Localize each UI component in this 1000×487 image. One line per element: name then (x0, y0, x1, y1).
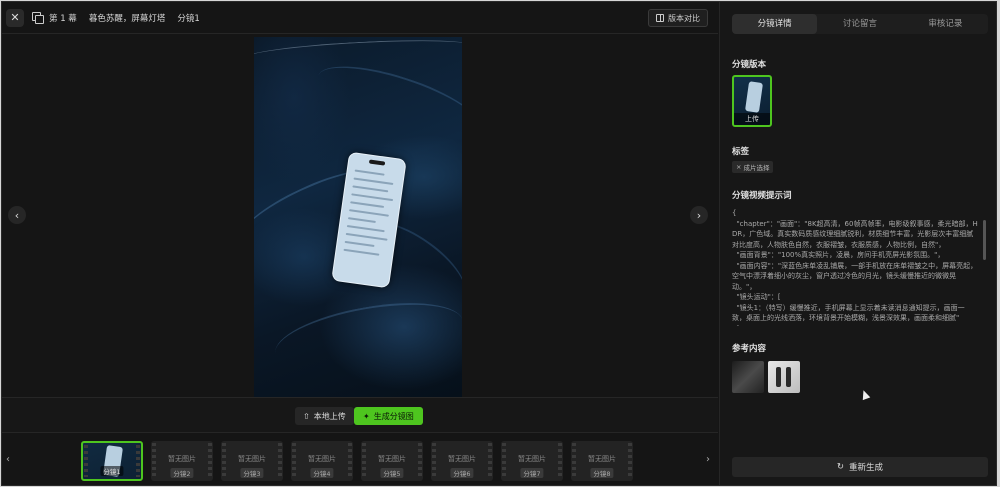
no-image-label: 暂无图片 (448, 455, 476, 463)
reference-section-title: 参考内容 (732, 344, 767, 354)
filmstrip-tag: 分镜8 (590, 468, 614, 478)
filmstrip-item-4[interactable]: 暂无图片 分镜4 (291, 441, 353, 481)
tag-chip[interactable]: × 成片选择 (732, 161, 774, 173)
top-bar: ✕ 第 1 幕 暮色苏醒，屏幕灯塔 分镜1 版本对比 (2, 2, 718, 34)
filmstrip-tag: 分镜5 (380, 468, 404, 478)
shot-index: 分镜1 (177, 13, 200, 24)
prompt-section-title: 分镜视频提示词 (732, 191, 792, 201)
no-image-label: 暂无图片 (168, 455, 196, 463)
filmstrip-item-7[interactable]: 暂无图片 分镜7 (501, 441, 563, 481)
filmstrip-tag: 分镜6 (450, 468, 474, 478)
prev-shot-button[interactable]: ‹ (8, 206, 26, 224)
no-image-label: 暂无图片 (378, 455, 406, 463)
close-button[interactable]: ✕ (6, 8, 24, 27)
filmstrip-right-arrow[interactable]: › (706, 454, 710, 465)
tags-section-title: 标签 (732, 147, 750, 157)
filmstrip-tag: 分镜2 (170, 468, 194, 478)
local-upload-label: 本地上传 (313, 411, 346, 421)
scene-title: 暮色苏醒，屏幕灯塔 (88, 13, 166, 24)
chevron-right-icon: › (696, 208, 702, 222)
reference-image-2[interactable] (768, 361, 800, 393)
close-icon: ✕ (10, 11, 20, 24)
version-section-title: 分镜版本 (732, 60, 767, 70)
no-image-label: 暂无图片 (518, 455, 546, 463)
filmstrip-item-3[interactable]: 暂无图片 分镜3 (221, 441, 283, 481)
no-image-label: 暂无图片 (588, 455, 616, 463)
sparkle-icon: ✦ (363, 411, 370, 421)
generate-storyboard-button[interactable]: ✦ 生成分镜图 (354, 407, 423, 425)
filmstrip-left-arrow[interactable]: ‹ (6, 454, 10, 465)
tab-shot-details[interactable]: 分镜详情 (732, 14, 818, 34)
filmstrip-item-6[interactable]: 暂无图片 分镜6 (431, 441, 493, 481)
no-image-label: 暂无图片 (308, 455, 336, 463)
action-bar: ⇧ 本地上传 ✦ 生成分镜图 (2, 397, 718, 433)
copy-icon[interactable] (32, 11, 44, 24)
filmstrip-tag: 分镜7 (520, 468, 544, 478)
tab-discussion[interactable]: 讨论留言 (817, 14, 902, 34)
prompt-text: { "chapter"："画面"："8K超高清，60帧高帧率，电影级叙事感，柔光… (732, 209, 978, 326)
preview-area: ‹ › (2, 35, 718, 397)
panel-tabs: 分镜详情 讨论留言 审核记录 (732, 14, 988, 34)
regenerate-button[interactable]: ↻ 重新生成 (732, 457, 988, 477)
reference-image-1[interactable] (732, 361, 764, 393)
version-compare-button[interactable]: 版本对比 (648, 9, 708, 27)
chevron-left-icon: ‹ (14, 208, 20, 222)
filmstrip-tag: 分镜4 (310, 468, 334, 478)
filmstrip-item-1[interactable]: 分镜1 (81, 441, 143, 481)
refresh-icon: ↻ (836, 462, 845, 472)
shot-label: 第 1 幕 (49, 13, 77, 24)
prompt-scrollbar[interactable] (983, 220, 986, 260)
next-shot-button[interactable]: › (690, 206, 708, 224)
details-panel: 分镜详情 讨论留言 审核记录 分镜版本 上传 标签 × 成片选择 分镜视频提示词… (719, 2, 996, 485)
local-upload-button[interactable]: ⇧ 本地上传 (295, 407, 354, 425)
regenerate-label: 重新生成 (849, 463, 884, 473)
version-thumbnail[interactable]: 上传 (732, 75, 772, 127)
filmstrip-item-2[interactable]: 暂无图片 分镜2 (151, 441, 213, 481)
filmstrip-item-5[interactable]: 暂无图片 分镜5 (361, 441, 423, 481)
storyboard-image (254, 37, 462, 397)
tab-review-log[interactable]: 审核记录 (903, 14, 988, 34)
upload-icon: ⇧ (303, 411, 310, 421)
version-compare-label: 版本对比 (668, 13, 700, 23)
filmstrip-tag: 分镜3 (240, 468, 264, 478)
tag-chip-label: 成片选择 (743, 164, 770, 172)
compare-icon (656, 14, 664, 22)
filmstrip: ‹ 分镜1 暂无图片 分镜2 暂无图片 分镜3 暂无图片 分镜4 暂无图片 分镜… (2, 434, 718, 485)
close-icon[interactable]: × (736, 163, 741, 171)
generate-storyboard-label: 生成分镜图 (373, 411, 414, 421)
filmstrip-tag: 分镜1 (100, 466, 124, 476)
version-tag: 上传 (734, 113, 770, 125)
app-window: ✕ 第 1 幕 暮色苏醒，屏幕灯塔 分镜1 版本对比 ‹ › ⇧ 本地上传 ✦ … (1, 1, 997, 486)
filmstrip-item-8[interactable]: 暂无图片 分镜8 (571, 441, 633, 481)
no-image-label: 暂无图片 (238, 455, 266, 463)
prompt-text-area[interactable]: { "chapter"："画面"："8K超高清，60帧高帧率，电影级叙事感，柔光… (732, 208, 988, 326)
